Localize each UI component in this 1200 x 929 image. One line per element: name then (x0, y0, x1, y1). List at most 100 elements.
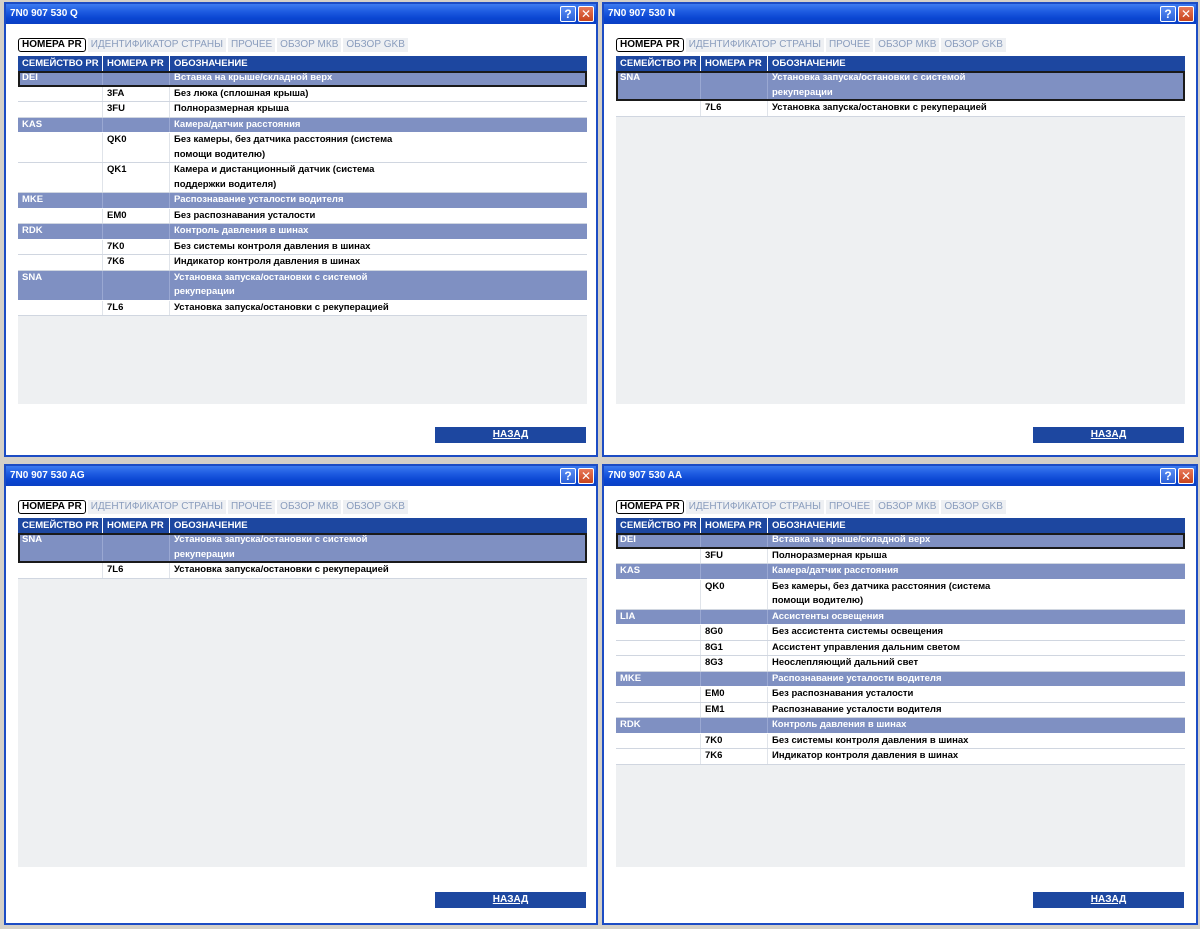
tab-pr-numbers[interactable]: НОМЕРА PR (18, 38, 86, 52)
back-button[interactable]: НАЗАД (435, 892, 586, 908)
table-row[interactable]: 3FA Без люка (сплошная крыша) (18, 86, 587, 102)
window-title: 7N0 907 530 N (604, 4, 1196, 24)
header-number[interactable]: НОМЕРА PR (701, 518, 768, 533)
back-button[interactable]: НАЗАД (1033, 427, 1184, 443)
table-body: SNA Установка запуска/остановки с системо… (616, 71, 1185, 117)
header-family[interactable]: СЕМЕЙСТВО PR (616, 56, 701, 71)
help-button[interactable]: ? (1160, 468, 1176, 484)
family-row[interactable]: DEI Вставка на крыше/складной верх (616, 533, 1185, 549)
tab-country-id[interactable]: ИДЕНТИФИКАТОР СТРАНЫ (87, 500, 226, 514)
tab-mkb-overview[interactable]: ОБЗОР МКВ (277, 38, 342, 52)
cell-pr-number: EM0 (701, 687, 768, 702)
cell-designation: Контроль давления в шинах (174, 225, 309, 236)
cell-pr-number (701, 564, 768, 579)
table-header: СЕМЕЙСТВО PR НОМЕРА PR ОБОЗНАЧЕНИЕ (616, 56, 1185, 71)
table-row[interactable]: QK1 Камера и дистанционный датчик (систем… (18, 163, 587, 193)
tab-country-id[interactable]: ИДЕНТИФИКАТОР СТРАНЫ (685, 38, 824, 52)
tab-pr-numbers[interactable]: НОМЕРА PR (616, 500, 684, 514)
table-row[interactable]: 7L6 Установка запуска/остановки с рекупер… (18, 300, 587, 316)
tab-gkb-overview[interactable]: ОБЗОР GKB (941, 500, 1006, 514)
help-button[interactable]: ? (560, 468, 576, 484)
tab-pr-numbers[interactable]: НОМЕРА PR (18, 500, 86, 514)
cell-pr-number: 7K6 (103, 255, 170, 270)
table-row[interactable]: QK0 Без камеры, без датчика расстояния (с… (616, 579, 1185, 610)
tab-other[interactable]: ПРОЧЕЕ (227, 500, 276, 514)
tab-pr-numbers[interactable]: НОМЕРА PR (616, 38, 684, 52)
header-designation[interactable]: ОБОЗНАЧЕНИЕ (768, 518, 1185, 533)
table-row[interactable]: 7K0 Без системы контроля давления в шинах (616, 733, 1185, 749)
header-number[interactable]: НОМЕРА PR (103, 56, 170, 71)
pr-window-n: 7N0 907 530 N ? ✕ НОМЕРА PR ИДЕНТИФИКАТОР… (602, 2, 1198, 457)
tab-mkb-overview[interactable]: ОБЗОР МКВ (875, 38, 940, 52)
table-row[interactable]: 8G1 Ассистент управления дальним светом (616, 640, 1185, 656)
header-designation[interactable]: ОБОЗНАЧЕНИЕ (768, 56, 1185, 71)
header-designation[interactable]: ОБОЗНАЧЕНИЕ (170, 56, 587, 71)
family-row[interactable]: KAS Камера/датчик расстояния (616, 564, 1185, 580)
cell-pr-number: 7K0 (103, 239, 170, 254)
family-row[interactable]: MKE Распознавание усталости водителя (18, 193, 587, 209)
header-family[interactable]: СЕМЕЙСТВО PR (616, 518, 701, 533)
cell-designation: Камера/датчик расстояния (772, 565, 899, 576)
tab-other[interactable]: ПРОЧЕЕ (227, 38, 276, 52)
table-row[interactable]: 8G0 Без ассистента системы освещения (616, 625, 1185, 641)
table-row[interactable]: EM1 Распознавание усталости водителя (616, 702, 1185, 718)
family-row[interactable]: LIA Ассистенты освещения (616, 609, 1185, 625)
tab-country-id[interactable]: ИДЕНТИФИКАТОР СТРАНЫ (87, 38, 226, 52)
tab-bar: НОМЕРА PR ИДЕНТИФИКАТОР СТРАНЫ ПРОЧЕЕ ОБЗОР… (616, 500, 1008, 514)
table-row[interactable]: EM0 Без распознавания усталости (616, 687, 1185, 703)
family-row[interactable]: SNA Установка запуска/остановки с системо… (18, 533, 587, 563)
table-body: DEI Вставка на крыше/складной верх 3FU Полн… (616, 533, 1185, 765)
cell-designation: Установка запуска/остановки с системой р… (174, 271, 368, 298)
family-row[interactable]: SNA Установка запуска/остановки с системо… (18, 270, 587, 301)
tab-country-id[interactable]: ИДЕНТИФИКАТОР СТРАНЫ (685, 500, 824, 514)
close-button[interactable]: ✕ (1178, 468, 1194, 484)
cell-family: SNA (616, 71, 701, 100)
back-button[interactable]: НАЗАД (435, 427, 586, 443)
table-row[interactable]: 7K6 Индикатор контроля давления в шинах (616, 749, 1185, 765)
table-row[interactable]: 3FU Полноразмерная крыша (18, 102, 587, 118)
cell-pr-number: EM0 (103, 208, 170, 223)
cell-designation: Без распознавания усталости (772, 688, 914, 699)
close-button[interactable]: ✕ (1178, 6, 1194, 22)
cell-family (616, 733, 701, 748)
tab-gkb-overview[interactable]: ОБЗОР GKB (941, 38, 1006, 52)
tab-other[interactable]: ПРОЧЕЕ (825, 38, 874, 52)
header-number[interactable]: НОМЕРА PR (103, 518, 170, 533)
tab-gkb-overview[interactable]: ОБЗОР GKB (343, 500, 408, 514)
tab-mkb-overview[interactable]: ОБЗОР МКВ (875, 500, 940, 514)
family-row[interactable]: RDK Контроль давления в шинах (18, 224, 587, 240)
cell-family (18, 208, 103, 223)
close-button[interactable]: ✕ (578, 6, 594, 22)
table-row[interactable]: 7L6 Установка запуска/остановки с рекупер… (616, 101, 1185, 117)
help-button[interactable]: ? (560, 6, 576, 22)
tab-gkb-overview[interactable]: ОБЗОР GKB (343, 38, 408, 52)
cell-family (616, 548, 701, 563)
table-row[interactable]: EM0 Без распознавания усталости (18, 208, 587, 224)
table-row[interactable]: 7L6 Установка запуска/остановки с рекупер… (18, 563, 587, 579)
family-row[interactable]: DEI Вставка на крыше/складной верх (18, 71, 587, 87)
header-number[interactable]: НОМЕРА PR (701, 56, 768, 71)
table-row[interactable]: 7K6 Индикатор контроля давления в шинах (18, 255, 587, 271)
help-button[interactable]: ? (1160, 6, 1176, 22)
cell-designation: Установка запуска/остановки с рекупераци… (174, 564, 389, 575)
cell-designation: Без распознавания усталости (174, 209, 316, 221)
cell-family: SNA (18, 533, 103, 562)
close-button[interactable]: ✕ (578, 468, 594, 484)
family-row[interactable]: RDK Контроль давления в шинах (616, 718, 1185, 734)
header-family[interactable]: СЕМЕЙСТВО PR (18, 518, 103, 533)
cell-family: MKE (18, 193, 103, 208)
family-row[interactable]: MKE Распознавание усталости водителя (616, 671, 1185, 687)
family-row[interactable]: SNA Установка запуска/остановки с системо… (616, 71, 1185, 101)
table-row[interactable]: 7K0 Без системы контроля давления в шинах (18, 239, 587, 255)
header-designation[interactable]: ОБОЗНАЧЕНИЕ (170, 518, 587, 533)
header-family[interactable]: СЕМЕЙСТВО PR (18, 56, 103, 71)
tab-other[interactable]: ПРОЧЕЕ (825, 500, 874, 514)
table-row[interactable]: 3FU Полноразмерная крыша (616, 548, 1185, 564)
table-row[interactable]: QK0 Без камеры, без датчика расстояния (с… (18, 133, 587, 163)
tab-mkb-overview[interactable]: ОБЗОР МКВ (277, 500, 342, 514)
family-row[interactable]: KAS Камера/датчик расстояния (18, 117, 587, 133)
cell-family: RDK (18, 224, 103, 239)
cell-designation: Без системы контроля давления в шинах (174, 240, 371, 252)
table-row[interactable]: 8G3 Неослепляющий дальний свет (616, 656, 1185, 672)
back-button[interactable]: НАЗАД (1033, 892, 1184, 908)
